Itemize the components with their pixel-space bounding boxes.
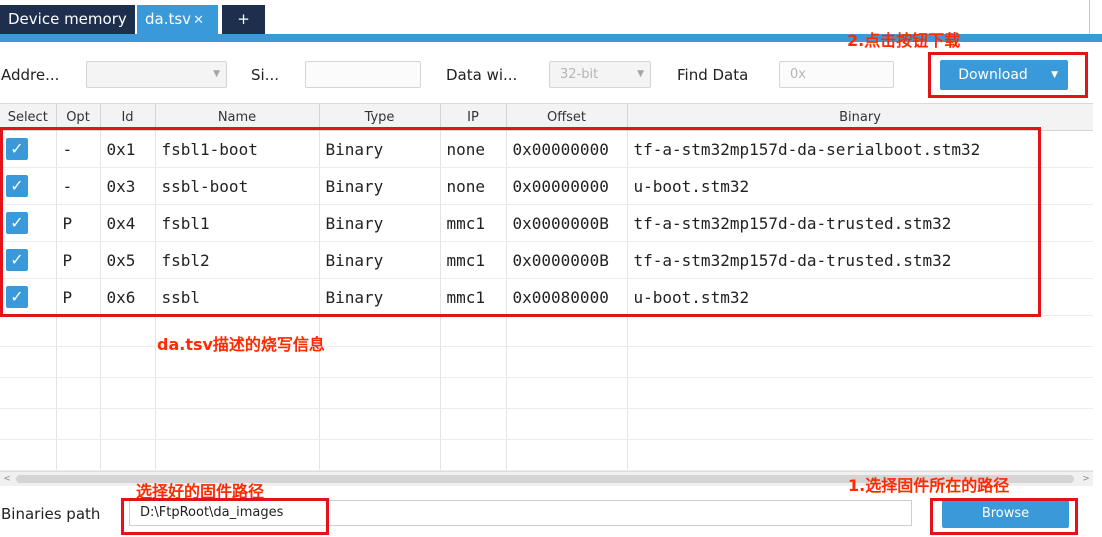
- download-annotation: 2.点击按钮下载: [847, 31, 961, 50]
- data-width-select[interactable]: 32-bit ▼: [549, 61, 651, 88]
- scroll-left-icon[interactable]: <: [0, 472, 14, 486]
- tab-label: Device memory: [8, 10, 127, 28]
- plus-icon: +: [237, 10, 250, 28]
- table-highlight-box: [0, 127, 1041, 317]
- browse-highlight-box: [930, 498, 1078, 535]
- download-highlight-box: [928, 52, 1088, 98]
- tab-da-tsv[interactable]: da.tsv ✕: [137, 5, 219, 35]
- chevron-down-icon: ▼: [213, 69, 220, 79]
- close-icon[interactable]: ✕: [193, 13, 204, 28]
- binaries-path-label: Binaries path: [1, 505, 101, 523]
- find-data-placeholder: 0x: [790, 67, 806, 82]
- size-label: Si...: [251, 66, 279, 84]
- data-width-label: Data wi...: [446, 66, 518, 84]
- empty-row: [0, 377, 1093, 409]
- tab-label: da.tsv: [145, 10, 192, 28]
- window-edge: [1089, 0, 1090, 34]
- scroll-right-icon[interactable]: >: [1079, 472, 1093, 486]
- empty-row: [0, 408, 1093, 440]
- address-label: Addre...: [1, 66, 60, 84]
- address-select[interactable]: ▼: [86, 61, 227, 88]
- table-annotation: da.tsv描述的烧写信息: [157, 335, 325, 354]
- empty-row: [0, 439, 1093, 471]
- chevron-down-icon: ▼: [637, 69, 644, 79]
- add-tab-button[interactable]: +: [222, 5, 266, 35]
- path-highlight-box: [121, 498, 329, 535]
- data-width-value: 32-bit: [560, 67, 599, 82]
- tab-device-memory[interactable]: Device memory: [0, 5, 136, 35]
- find-data-label: Find Data: [677, 66, 749, 84]
- size-input[interactable]: [305, 61, 421, 88]
- find-data-input[interactable]: 0x: [779, 61, 894, 88]
